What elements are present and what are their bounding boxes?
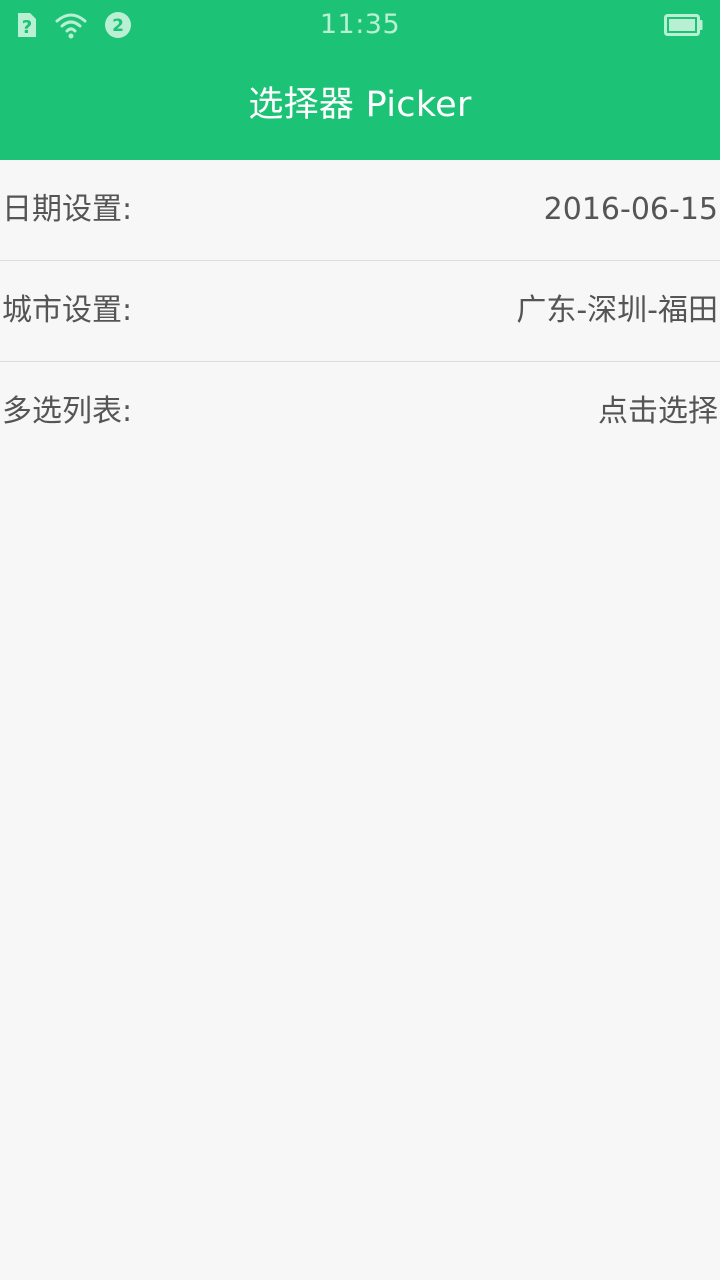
settings-list: 日期设置: 2016-06-15 城市设置: 广东-深圳-福田 多选列表: 点击… bbox=[0, 160, 720, 462]
multi-select-row[interactable]: 多选列表: 点击选择 bbox=[0, 362, 720, 462]
status-bar: ? 2 11:35 bbox=[0, 0, 720, 50]
multi-select-value[interactable]: 点击选择 bbox=[598, 392, 718, 432]
date-setting-label: 日期设置: bbox=[2, 192, 133, 227]
app-header: ? 2 11:35 选择器 Picker bbox=[0, 0, 720, 160]
city-setting-label: 城市设置: bbox=[2, 293, 133, 328]
status-time: 11:35 bbox=[319, 9, 401, 40]
status-right-icons bbox=[664, 12, 704, 38]
page-title: 选择器 Picker bbox=[248, 85, 472, 125]
date-setting-value[interactable]: 2016-06-15 bbox=[544, 190, 718, 230]
battery-icon bbox=[664, 12, 704, 38]
city-setting-value[interactable]: 广东-深圳-福田 bbox=[516, 291, 718, 331]
multi-select-label: 多选列表: bbox=[2, 394, 133, 429]
city-setting-row[interactable]: 城市设置: 广东-深圳-福田 bbox=[0, 261, 720, 362]
date-setting-row[interactable]: 日期设置: 2016-06-15 bbox=[0, 160, 720, 261]
picker-screen: ? 2 11:35 选择器 Picker 日期设置: 2016-06-15 城市… bbox=[0, 0, 720, 1280]
